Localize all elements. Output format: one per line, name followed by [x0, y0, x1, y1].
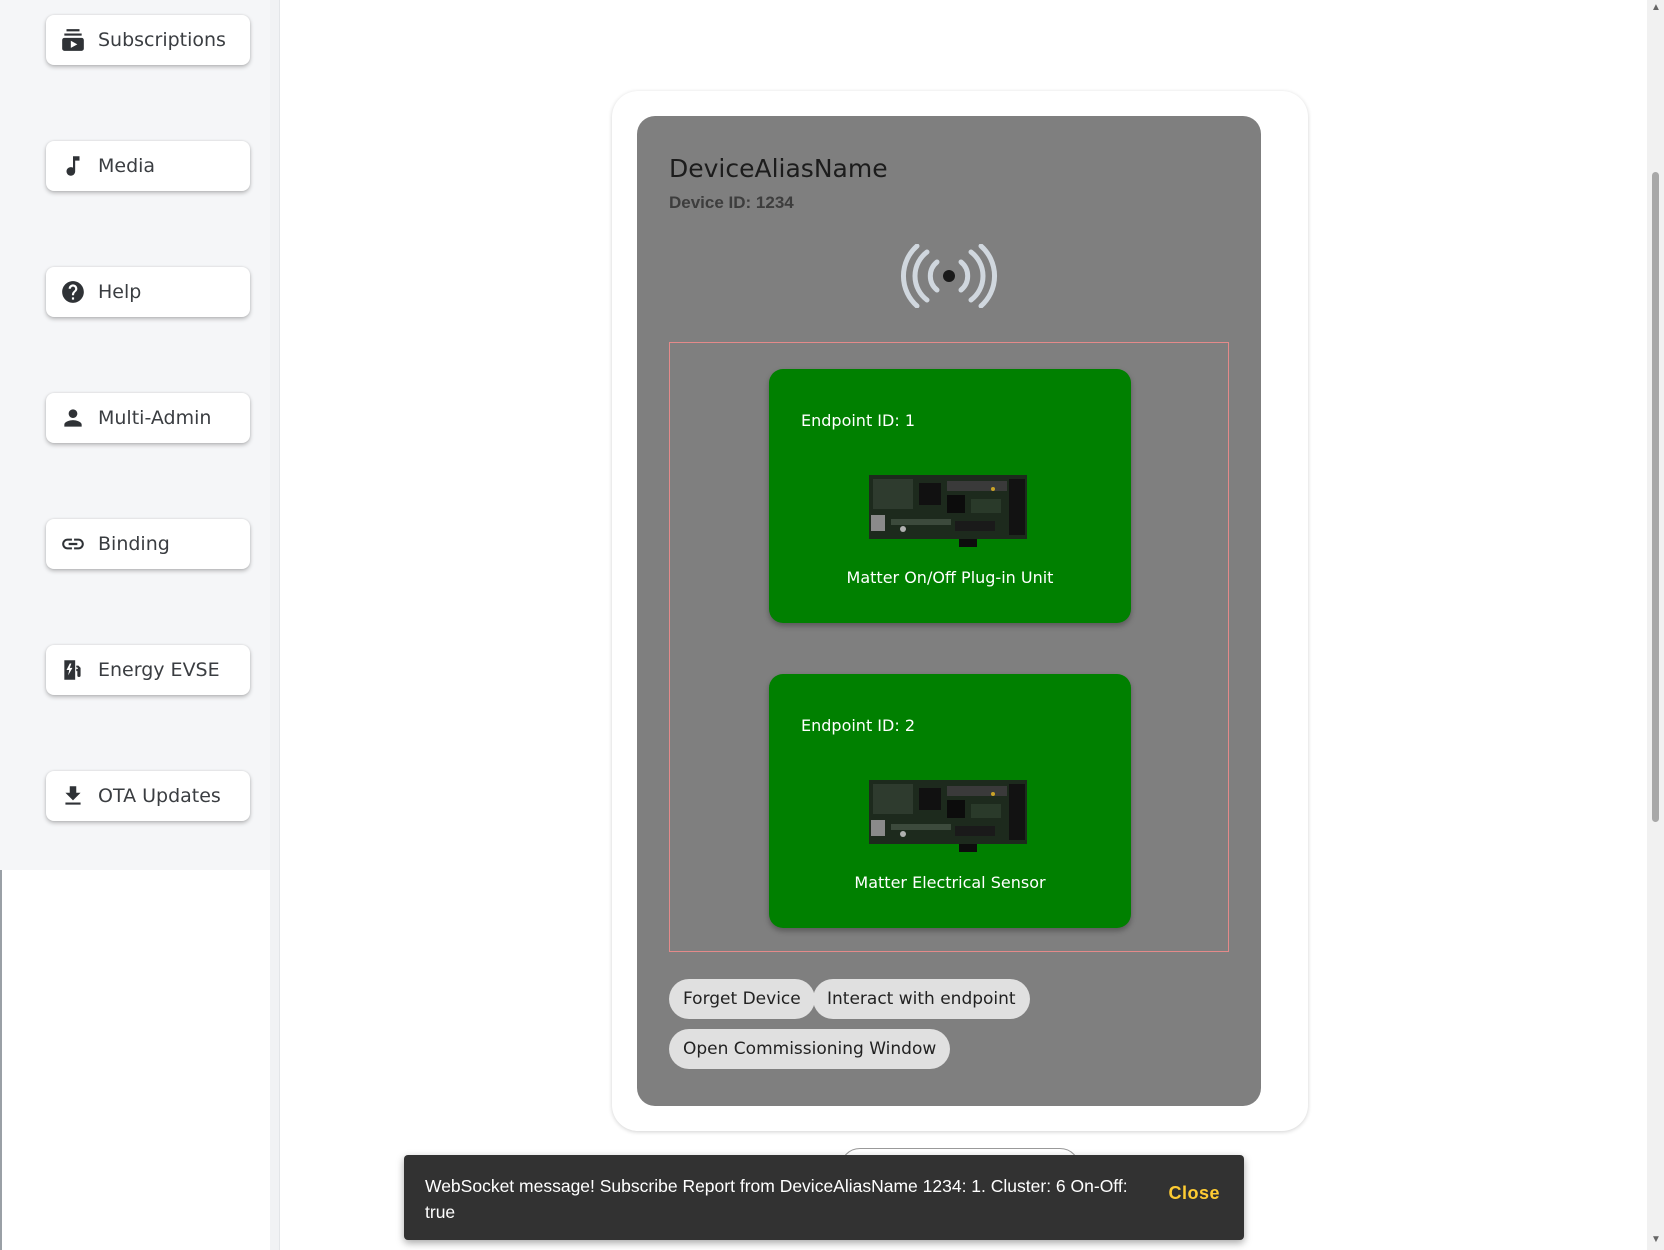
- snackbar: WebSocket message! Subscribe Report from…: [404, 1155, 1244, 1240]
- sidebar-item-label: OTA Updates: [98, 785, 221, 807]
- sidebar-item-ota-updates[interactable]: OTA Updates: [46, 771, 250, 821]
- scrollbar-thumb[interactable]: [1652, 172, 1659, 822]
- endpoint-card-1[interactable]: Endpoint ID: 1 Matter On/Off Plug-in Uni…: [769, 369, 1131, 623]
- wireless-signal-icon: [901, 244, 997, 308]
- endpoint-device-type: Matter Electrical Sensor: [854, 873, 1046, 892]
- ev-charger-icon: [60, 657, 86, 683]
- sidebar-item-label: Energy EVSE: [98, 659, 220, 681]
- scroll-up-arrow-icon[interactable]: ▲: [1650, 2, 1662, 14]
- music-note-icon: [60, 153, 86, 179]
- sidebar-item-multi-admin[interactable]: Multi-Admin: [46, 393, 250, 443]
- sidebar-item-media[interactable]: Media: [46, 141, 250, 191]
- sidebar-item-label: Binding: [98, 533, 170, 555]
- endpoint-card-2[interactable]: Endpoint ID: 2 Matter Electrical Sensor: [769, 674, 1131, 928]
- device-name: DeviceAliasName: [669, 154, 888, 183]
- sidebar-item-label: Multi-Admin: [98, 407, 212, 429]
- subscriptions-icon: [60, 27, 86, 53]
- open-commissioning-window-button[interactable]: Open Commissioning Window: [669, 1029, 951, 1069]
- help-icon: [60, 279, 86, 305]
- circuit-board-image: [869, 475, 1027, 547]
- interact-with-endpoint-button[interactable]: Interact with endpoint: [813, 979, 1030, 1019]
- sidebar-item-help[interactable]: Help: [46, 267, 250, 317]
- sidebar-item-label: Subscriptions: [98, 29, 226, 51]
- sidebar-item-label: Media: [98, 155, 156, 177]
- endpoint-device-type: Matter On/Off Plug-in Unit: [846, 568, 1054, 587]
- device-card: DeviceAliasName Device ID: 1234 Endpoint…: [637, 116, 1261, 1106]
- sidebar-item-subscriptions[interactable]: Subscriptions: [46, 15, 250, 65]
- link-icon: [60, 531, 86, 557]
- forget-device-button[interactable]: Forget Device: [669, 979, 815, 1019]
- endpoints-container: Endpoint ID: 1 Matter On/Off Plug-in Uni…: [669, 342, 1229, 952]
- circuit-board-image: [869, 780, 1027, 852]
- snackbar-message: WebSocket message! Subscribe Report from…: [425, 1176, 1128, 1222]
- endpoint-id: Endpoint ID: 1: [801, 411, 915, 430]
- endpoint-id: Endpoint ID: 2: [801, 716, 915, 735]
- person-icon: [60, 405, 86, 431]
- snackbar-close-button[interactable]: Close: [1168, 1183, 1220, 1204]
- sidebar-divider: [270, 0, 280, 1250]
- device-id: Device ID: 1234: [669, 193, 794, 212]
- sidebar-item-energy-evse[interactable]: Energy EVSE: [46, 645, 250, 695]
- sidebar-item-label: Help: [98, 281, 142, 303]
- sidebar: Subscriptions Media Help Multi-Admin Bin…: [0, 0, 270, 870]
- scroll-down-arrow-icon[interactable]: ▼: [1650, 1234, 1662, 1246]
- sidebar-item-binding[interactable]: Binding: [46, 519, 250, 569]
- download-icon: [60, 783, 86, 809]
